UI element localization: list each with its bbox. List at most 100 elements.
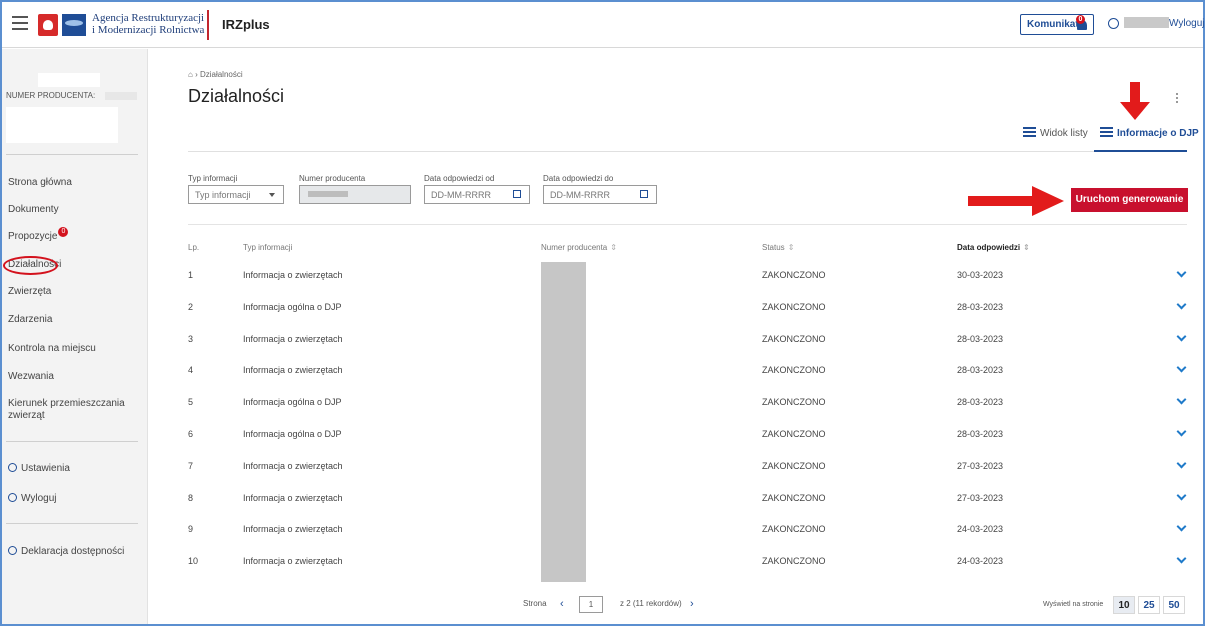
cell-data: 28-03-2023 <box>957 333 1004 344</box>
expand-chevron-icon[interactable] <box>1176 362 1187 373</box>
column-header-data[interactable]: Data odpowiedzi ⇕ <box>957 243 1030 252</box>
sidebar-item-wyloguj[interactable]: Wyloguj <box>8 493 56 504</box>
sort-icon[interactable]: ⇕ <box>788 243 795 252</box>
sidebar-item-ustawienia[interactable]: Ustawienia <box>8 463 70 474</box>
logo-line-1: Agencja Restrukturyzacji <box>92 12 205 24</box>
list-icon <box>1023 127 1036 137</box>
next-page-icon[interactable]: › <box>690 598 694 610</box>
cell-status: ZAKONCZONO <box>762 429 826 439</box>
sidebar-item-deklaracja[interactable]: Deklaracja dostępności <box>8 546 124 557</box>
page-title: Działalności <box>188 86 285 106</box>
cell-lp: 8 <box>188 492 194 503</box>
table-row[interactable]: 7 Informacja o zwierzętach ZAKONCZONO 27-03… <box>188 452 1187 484</box>
sidebar-item-zdarzenia[interactable]: Zdarzenia <box>8 314 52 325</box>
column-header-typ[interactable]: Typ informacji <box>243 243 292 252</box>
calendar-icon[interactable] <box>640 190 648 198</box>
filter-typ-label: Typ informacji <box>188 174 238 183</box>
tab-widok-listy[interactable]: Widok listy <box>1023 127 1088 139</box>
sidebar-item-kontrola[interactable]: Kontrola na miejscu <box>8 343 96 354</box>
expand-chevron-icon[interactable] <box>1176 521 1187 532</box>
expand-chevron-icon[interactable] <box>1176 458 1187 469</box>
sort-icon[interactable]: ⇕ <box>610 243 617 252</box>
red-arrow-down-icon <box>1120 82 1150 120</box>
tab-informacje-o-djp[interactable]: Informacje o DJP <box>1100 127 1199 139</box>
redacted-producer-address <box>6 107 118 143</box>
app-name: IRZplus <box>222 17 270 32</box>
sidebar-item-zwierzeta[interactable]: Zwierzęta <box>8 286 51 297</box>
cell-typ: Informacja o zwierzętach <box>243 492 343 503</box>
filter-numer-label: Numer producenta <box>299 174 366 183</box>
gear-icon <box>8 463 17 472</box>
expand-chevron-icon[interactable] <box>1176 394 1187 405</box>
prev-page-icon[interactable]: ‹ <box>560 598 564 610</box>
breadcrumb-current: Działalności <box>199 70 243 79</box>
sidebar-divider <box>6 441 138 442</box>
hamburger-menu-icon[interactable] <box>12 16 28 30</box>
cell-status: ZAKONCZONO <box>762 556 826 567</box>
more-options-icon[interactable] <box>1176 93 1179 105</box>
cell-lp: 3 <box>188 333 194 344</box>
sidebar-item-label: Ustawienia <box>21 463 70 474</box>
column-header-status[interactable]: Status ⇕ <box>762 243 794 252</box>
notification-badge: 0 <box>1076 15 1085 24</box>
sidebar-item-dokumenty[interactable]: Dokumenty <box>8 204 59 215</box>
table-row[interactable]: 2 Informacja ogólna o DJP ZAKONCZONO 28-03-… <box>188 293 1187 325</box>
numer-producenta-input[interactable] <box>299 185 411 204</box>
sidebar-item-strona-glowna[interactable]: Strona główna <box>8 177 72 188</box>
expand-chevron-icon[interactable] <box>1176 331 1187 342</box>
komunikaty-button[interactable]: Komunikaty 0 <box>1020 14 1094 35</box>
header-logout-link[interactable]: Wyloguj <box>1169 18 1204 29</box>
table-row[interactable]: 8 Informacja o zwierzętach ZAKONCZONO 27-03… <box>188 484 1187 516</box>
sidebar-divider <box>6 154 138 155</box>
cell-typ: Informacja ogólna o DJP <box>243 301 342 312</box>
cell-typ: Informacja o zwierzętach <box>243 556 343 567</box>
sort-icon[interactable]: ⇕ <box>1023 243 1030 252</box>
expand-chevron-icon[interactable] <box>1176 553 1187 564</box>
cell-status: ZAKONCZONO <box>762 397 826 408</box>
expand-chevron-icon[interactable] <box>1176 267 1187 278</box>
arimr-logo-icon <box>62 14 86 36</box>
expand-chevron-icon[interactable] <box>1176 299 1187 310</box>
header-label: Data odpowiedzi <box>957 243 1021 252</box>
typ-informacji-select[interactable]: Typ informacji <box>188 185 284 204</box>
cell-lp: 7 <box>188 460 194 471</box>
column-header-lp: Lp. <box>188 243 200 252</box>
cell-data: 28-03-2023 <box>957 397 1004 408</box>
expand-chevron-icon[interactable] <box>1176 490 1187 501</box>
per-page-10[interactable]: 10 <box>1113 596 1135 614</box>
sidebar-item-kierunek[interactable]: Kierunek przemieszczania zwierząt <box>8 398 138 422</box>
table-row[interactable]: 4 Informacja o zwierzętach ZAKONCZONO 28-03… <box>188 356 1187 388</box>
table-row[interactable]: 3 Informacja o zwierzętach ZAKONCZONO 28-03… <box>188 325 1187 357</box>
table-row[interactable]: 9 Informacja o zwierzętach ZAKONCZONO 24-03… <box>188 515 1187 547</box>
table-row[interactable]: 6 Informacja ogólna o DJP ZAKONCZONO 28-03-… <box>188 420 1187 452</box>
expand-chevron-icon[interactable] <box>1176 426 1187 437</box>
pagination-total: z 2 (11 rekordów) <box>620 599 682 608</box>
table-row[interactable]: 10 Informacja o zwierzętach ZAKONCZONO 24-0… <box>188 547 1187 579</box>
sidebar-item-wezwania[interactable]: Wezwania <box>8 371 54 382</box>
data-do-input[interactable]: DD-MM-RRRR <box>543 185 657 204</box>
sidebar-item-propozycje[interactable]: Propozycje 0 <box>8 227 69 242</box>
redacted-input-value <box>308 191 348 197</box>
cell-data: 28-03-2023 <box>957 301 1004 312</box>
caret-down-icon <box>269 193 275 197</box>
per-page-label: Wyświetl na stronie <box>1043 601 1104 608</box>
table-row[interactable]: 1 Informacja o zwierzętach ZAKONCZONO 30-03… <box>188 261 1187 293</box>
per-page-50[interactable]: 50 <box>1163 596 1185 614</box>
list-icon <box>1100 127 1113 137</box>
sidebar-divider <box>6 523 138 524</box>
tab-label: Widok listy <box>1040 128 1088 139</box>
home-icon[interactable]: ⌂ <box>188 70 193 79</box>
page-number-input[interactable]: 1 <box>579 596 603 613</box>
calendar-icon[interactable] <box>513 190 521 198</box>
data-od-input[interactable]: DD-MM-RRRR <box>424 185 530 204</box>
table-row[interactable]: 5 Informacja ogólna o DJP ZAKONCZONO 28-03-… <box>188 388 1187 420</box>
cell-lp: 9 <box>188 524 194 535</box>
per-page-25[interactable]: 25 <box>1138 596 1160 614</box>
cell-data: 27-03-2023 <box>957 460 1004 471</box>
column-header-numer[interactable]: Numer producenta ⇕ <box>541 243 617 252</box>
cell-data: 24-03-2023 <box>957 556 1004 567</box>
cell-status: ZAKONCZONO <box>762 460 826 471</box>
uruchom-generowanie-djp-button[interactable]: Uruchom generowanie DJP <box>1071 188 1188 229</box>
cell-data: 24-03-2023 <box>957 524 1004 535</box>
input-placeholder: DD-MM-RRRR <box>550 190 610 200</box>
